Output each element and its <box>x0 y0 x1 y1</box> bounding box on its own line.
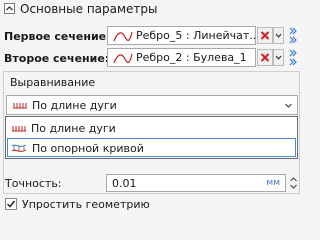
second-section-value: Ребро_2 : Булева_1 <box>136 51 247 64</box>
second-section-delete-button[interactable] <box>257 49 273 66</box>
second-section-nav[interactable] <box>286 48 300 67</box>
dropdown-option-label: По длине дуги <box>31 122 116 135</box>
simplify-label: Упростить геометрию <box>22 198 150 211</box>
alignment-combobox[interactable]: По длине дуги <box>6 95 298 115</box>
first-section-label: Первое сечение: <box>4 30 111 43</box>
first-section-value: Ребро_5 : Линейчат... <box>136 29 260 42</box>
alignment-selected-value: По длине дуги <box>32 99 117 112</box>
dropdown-option-reference-curve[interactable]: По опорной кривой <box>7 138 296 157</box>
collapse-button[interactable] <box>4 3 15 14</box>
accuracy-unit: мм <box>266 178 280 188</box>
checkmark-icon <box>6 200 16 208</box>
second-section-label: Второе сечение: <box>4 52 110 65</box>
arc-length-icon <box>13 103 27 109</box>
chevron-down-icon <box>275 33 282 38</box>
dropdown-option-label: По опорной кривой <box>32 142 144 155</box>
second-section-field[interactable]: Ребро_2 : Булева_1 <box>107 48 256 67</box>
close-icon <box>260 31 270 40</box>
first-section-field[interactable]: Ребро_5 : Линейчат... <box>107 26 260 45</box>
section-header: Основные параметры <box>0 0 303 20</box>
accuracy-spinner[interactable] <box>288 174 299 192</box>
nav-arrows-icon <box>289 27 297 44</box>
chevron-down-icon <box>275 55 282 60</box>
accuracy-input[interactable]: 0.01 мм <box>106 174 286 192</box>
curve-icon <box>113 31 133 42</box>
simplify-checkbox[interactable] <box>5 198 17 210</box>
arc-length-icon <box>12 126 26 132</box>
first-section-delete-button[interactable] <box>257 27 273 44</box>
alignment-group-title: Выравнивание <box>10 76 96 89</box>
accuracy-value: 0.01 <box>112 177 137 190</box>
first-section-nav[interactable] <box>286 26 300 45</box>
alignment-dropdown-list: По длине дуги По опорной кривой <box>5 116 298 159</box>
reference-curve-icon <box>11 144 27 152</box>
close-icon <box>260 53 270 62</box>
nav-arrows-icon <box>289 49 297 66</box>
section-title: Основные параметры <box>20 2 158 16</box>
dropdown-option-arc-length[interactable]: По длине дуги <box>7 119 296 138</box>
spin-arrows-icon <box>290 177 297 189</box>
chevron-down-icon <box>285 103 292 108</box>
first-section-dropdown-button[interactable] <box>273 27 284 44</box>
chevron-up-icon <box>6 6 13 11</box>
second-section-dropdown-button[interactable] <box>273 49 284 66</box>
accuracy-label: Точность: <box>5 177 62 190</box>
curve-icon <box>113 53 133 64</box>
